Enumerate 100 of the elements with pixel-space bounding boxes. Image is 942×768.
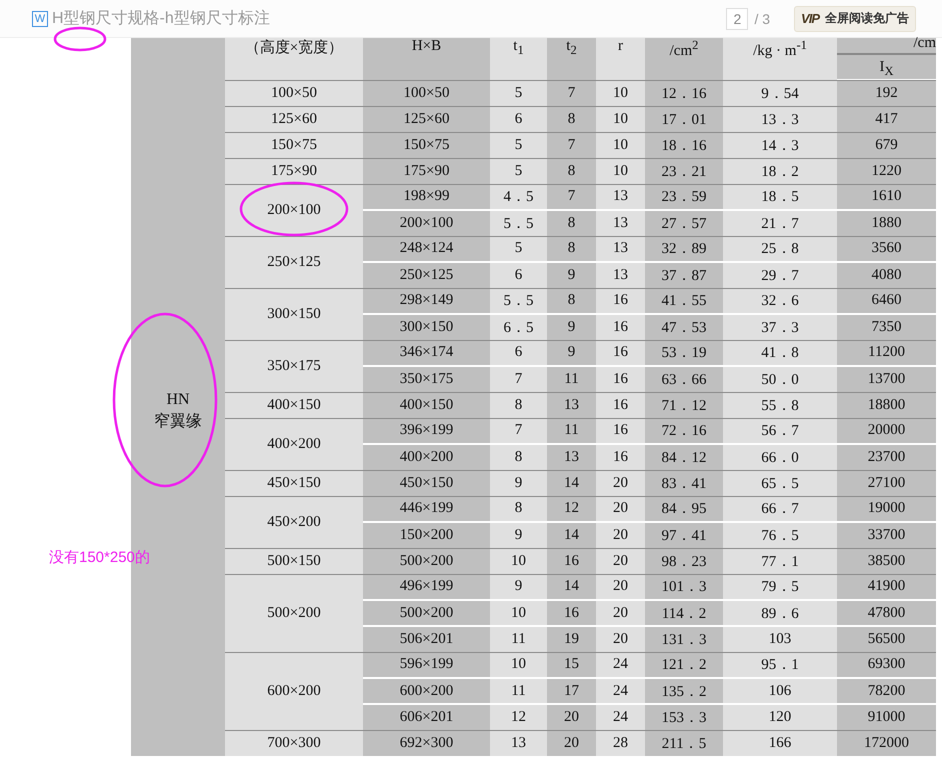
table-cell: 496×199 (363, 574, 490, 600)
table-cell: 50．0 (723, 366, 837, 392)
table-cell: 14 (547, 574, 596, 600)
table-cell: 27．57 (645, 210, 723, 236)
table-cell: 20 (596, 496, 645, 522)
table-cell: 11 (547, 418, 596, 444)
table-cell: 20 (596, 522, 645, 548)
table-cell: 5 (490, 236, 547, 262)
table-cell: 16 (596, 418, 645, 444)
table-cell: 84．12 (645, 444, 723, 470)
table-cell: 98．23 (645, 548, 723, 574)
table-cell: 17 (547, 678, 596, 704)
page-total: / 3 (754, 10, 770, 26)
table-cell: 18．16 (645, 132, 723, 158)
table-cell: 29．7 (723, 262, 837, 288)
table-cell: 150×75 (225, 132, 363, 158)
annotation-note: 没有150*250的 (49, 548, 150, 567)
column-header: /kg · m$^{-1}$ (723, 38, 837, 80)
table-cell: 12．16 (645, 80, 723, 106)
table-cell: 24 (596, 704, 645, 730)
table-cell: 9 (547, 314, 596, 340)
table-cell: 23．21 (645, 158, 723, 184)
table-cell: 53．19 (645, 340, 723, 366)
table-cell: 83．41 (645, 470, 723, 496)
table-cell: 91000 (837, 704, 936, 730)
table-cell: 89．6 (723, 600, 837, 626)
table-cell: 150×200 (363, 522, 490, 548)
table-cell: 56．7 (723, 418, 837, 444)
table-cell: 20 (547, 730, 596, 756)
table-cell: 1610 (837, 184, 936, 210)
table-cell: 4．5 (490, 184, 547, 210)
table-cell: 38500 (837, 548, 936, 574)
table-cell: 66．0 (723, 444, 837, 470)
table-cell: 14 (547, 470, 596, 496)
table-cell: 600×200 (363, 678, 490, 704)
table-cell: 19000 (837, 496, 936, 522)
table-cell: 125×60 (225, 106, 363, 132)
table-cell: 11 (490, 678, 547, 704)
table-cell: 37．3 (723, 314, 837, 340)
table-cell: 16 (547, 600, 596, 626)
table-cell: 16 (596, 340, 645, 366)
table-cell: 692×300 (363, 730, 490, 756)
table-cell: 700×300 (225, 730, 363, 756)
column-header: t$_{1}$ (490, 38, 547, 80)
table-cell: 175×90 (363, 158, 490, 184)
table-cell: 13 (547, 444, 596, 470)
table-cell: 5．5 (490, 210, 547, 236)
table-cell: 100×50 (363, 80, 490, 106)
table-cell: 125×60 (363, 106, 490, 132)
table-cell: 8 (547, 236, 596, 262)
table-cell: 25．8 (723, 236, 837, 262)
table-cell: 103 (723, 626, 837, 652)
table-cell: 596×199 (363, 652, 490, 678)
table-cell: 500×200 (363, 600, 490, 626)
table-cell: 63．66 (645, 366, 723, 392)
table-cell: 71．12 (645, 392, 723, 418)
table-cell: 7 (490, 418, 547, 444)
table-cell: 7 (547, 184, 596, 210)
table-cell: 250×125 (225, 236, 363, 288)
table-cell: 32．6 (723, 288, 837, 314)
table-cell: 10 (490, 600, 547, 626)
table-cell: 20 (596, 574, 645, 600)
table-cell: 8 (490, 496, 547, 522)
table-cell: 10 (490, 548, 547, 574)
table-cell: 18800 (837, 392, 936, 418)
table-cell: 9 (490, 574, 547, 600)
table-cell: 11 (547, 366, 596, 392)
table-cell: 13700 (837, 366, 936, 392)
table-cell: 8 (547, 288, 596, 314)
table-cell: 200×100 (363, 210, 490, 236)
table-cell: 400×200 (363, 444, 490, 470)
table-cell: 12 (547, 496, 596, 522)
table-cell: 77．1 (723, 548, 837, 574)
table-cell: 396×199 (363, 418, 490, 444)
table-cell: 10 (596, 106, 645, 132)
page-field[interactable]: 2 (726, 8, 748, 30)
table-cell: 6460 (837, 288, 936, 314)
table-cell: 400×150 (363, 392, 490, 418)
table-cell: 5．5 (490, 288, 547, 314)
table-cell: 172000 (837, 730, 936, 756)
column-header: t$_{2}$ (547, 38, 596, 80)
table-cell: 41．8 (723, 340, 837, 366)
ellipse-mark (54, 26, 106, 52)
table-cell: 16 (596, 288, 645, 314)
table-cell: 300×150 (225, 288, 363, 340)
column-header: I$_{X}$ (837, 53, 936, 79)
table-cell: 20 (596, 600, 645, 626)
table-cell: 135．2 (645, 678, 723, 704)
table-cell: 606×201 (363, 704, 490, 730)
table-cell: 192 (837, 80, 936, 106)
table-cell: 20000 (837, 418, 936, 444)
table-cell: 250×125 (363, 262, 490, 288)
table-cell: 47800 (837, 600, 936, 626)
table-cell: 13 (596, 262, 645, 288)
table-cell: 417 (837, 106, 936, 132)
table-cell: 24 (596, 678, 645, 704)
table-cell: 153．3 (645, 704, 723, 730)
table-cell: 679 (837, 132, 936, 158)
vip-button[interactable]: VIP 全屏阅读免广告 (794, 6, 916, 32)
table-cell: 100×50 (225, 80, 363, 106)
